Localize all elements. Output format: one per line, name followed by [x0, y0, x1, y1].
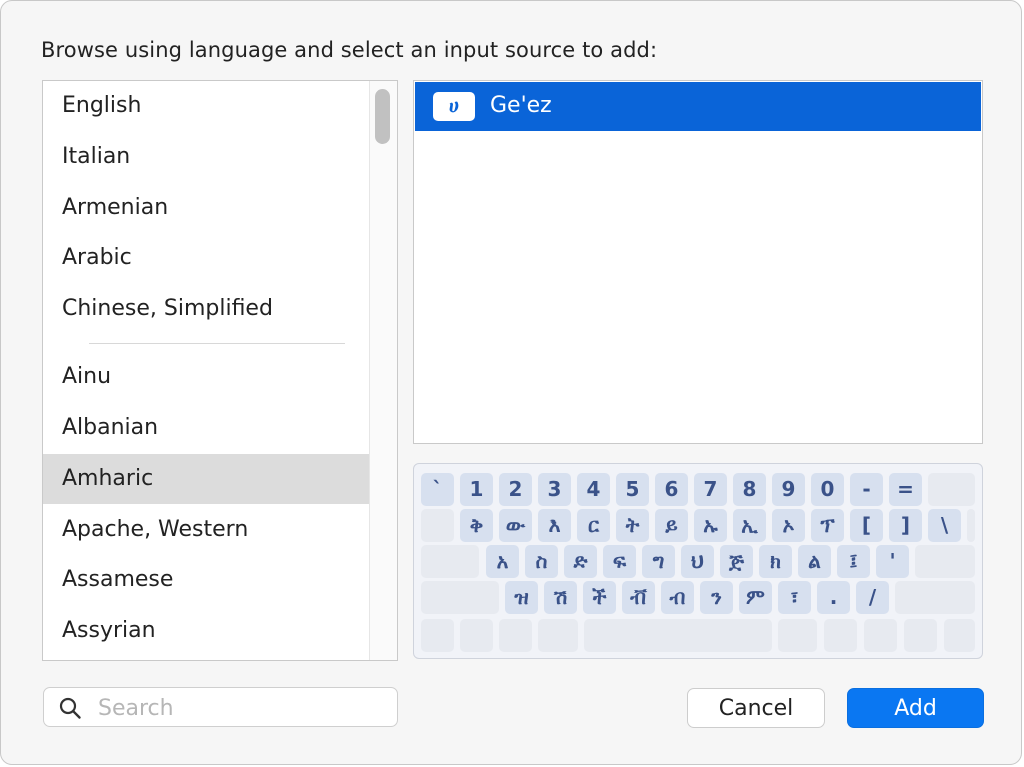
- search-icon: [59, 697, 81, 719]
- keyboard-key: `: [421, 473, 454, 506]
- search-input[interactable]: [96, 690, 390, 726]
- keyboard-key-modifier: [904, 619, 937, 652]
- keyboard-key: ር: [577, 509, 610, 542]
- keyboard-key: 3: [538, 473, 571, 506]
- keyboard-key: ይ: [655, 509, 688, 542]
- language-item-chinese-simplified[interactable]: Chinese, Simplified: [43, 284, 369, 334]
- keyboard-key: ኡ: [694, 509, 727, 542]
- keyboard-key: ዝ: [505, 581, 538, 614]
- keyboard-key: አ: [486, 545, 519, 578]
- keyboard-key: 9: [772, 473, 805, 506]
- keyboard-key: ፕ: [811, 509, 844, 542]
- keyboard-key: ል: [798, 545, 831, 578]
- language-list[interactable]: English Italian Armenian Arabic Chinese,…: [42, 80, 398, 661]
- keyboard-key: 7: [694, 473, 727, 506]
- keyboard-key: ጅ: [720, 545, 753, 578]
- keyboard-key: ኦ: [772, 509, 805, 542]
- keyboard-key-modifier: [499, 619, 532, 652]
- keyboard-key: ስ: [525, 545, 558, 578]
- keyboard-key-modifier: [944, 619, 975, 652]
- keyboard-key: ው: [499, 509, 532, 542]
- cancel-button[interactable]: Cancel: [687, 688, 825, 728]
- language-item-albanian[interactable]: Albanian: [43, 403, 369, 453]
- keyboard-key: ም: [739, 581, 772, 614]
- keyboard-key: =: [889, 473, 922, 506]
- dialog-prompt: Browse using language and select an inpu…: [41, 38, 658, 62]
- language-item-assamese[interactable]: Assamese: [43, 555, 369, 605]
- keyboard-key: 2: [499, 473, 532, 506]
- input-source-label: Ge'ez: [490, 93, 552, 118]
- keyboard-key-modifier: [915, 545, 975, 578]
- keyboard-key: ቅ: [460, 509, 493, 542]
- keyboard-key: ን: [700, 581, 733, 614]
- keyboard-key-shift-left: [421, 581, 499, 614]
- add-button[interactable]: Add: [847, 688, 984, 728]
- keyboard-key: እ: [538, 509, 571, 542]
- keyboard-key: ች: [583, 581, 616, 614]
- keyboard-key: \: [928, 509, 961, 542]
- language-item-assyrian[interactable]: Assyrian: [43, 606, 369, 656]
- keyboard-key-modifier: [460, 619, 493, 652]
- keyboard-key-modifier: [864, 619, 897, 652]
- language-item-italian[interactable]: Italian: [43, 132, 369, 182]
- language-list-scroll-thumb[interactable]: [375, 89, 390, 144]
- keyboard-key-modifier: [967, 509, 975, 542]
- keyboard-key-caps-lock: [421, 545, 479, 578]
- keyboard-key: 0: [811, 473, 844, 506]
- keyboard-key-modifier: [895, 581, 975, 614]
- geez-keyboard-icon: ሀ: [433, 92, 475, 121]
- keyboard-key: ግ: [642, 545, 675, 578]
- keyboard-key: ህ: [681, 545, 714, 578]
- keyboard-layout-preview: ` 1 2 3 4 5 6 7 8 9 0- = ቅ ው እ ር ት ይ ኡ ኢ ኦ ፕ[] \ አ ስ ድ ፍ ግ ህ ጅ ክ ል ፤ ' ዝ ሽ ች…: [413, 463, 983, 659]
- keyboard-key-modifier: [584, 619, 772, 652]
- keyboard-key: ድ: [564, 545, 597, 578]
- keyboard-key-modifier: [421, 619, 454, 652]
- keyboard-key: 6: [655, 473, 688, 506]
- keyboard-key: ብ: [661, 581, 694, 614]
- language-item-ainu[interactable]: Ainu: [43, 352, 369, 402]
- keyboard-key: /: [856, 581, 889, 614]
- keyboard-key: -: [850, 473, 883, 506]
- keyboard-key-modifier: [778, 619, 817, 652]
- keyboard-key: ፣: [778, 581, 811, 614]
- language-list-separator: [89, 343, 345, 344]
- keyboard-key: ፤: [837, 545, 870, 578]
- keyboard-key: ክ: [759, 545, 792, 578]
- language-item-apache-western[interactable]: Apache, Western: [43, 505, 369, 555]
- keyboard-key-tab: [421, 509, 454, 542]
- keyboard-key: 5: [616, 473, 649, 506]
- keyboard-key: 8: [733, 473, 766, 506]
- keyboard-key: ሽ: [544, 581, 577, 614]
- keyboard-key: ቭ: [622, 581, 655, 614]
- keyboard-key: ፍ: [603, 545, 636, 578]
- input-source-list[interactable]: ሀ Ge'ez: [413, 80, 983, 444]
- keyboard-key: ]: [889, 509, 922, 542]
- keyboard-key: ': [876, 545, 909, 578]
- input-source-item-geez[interactable]: ሀ Ge'ez: [415, 82, 981, 131]
- keyboard-key: 1: [460, 473, 493, 506]
- add-input-source-dialog: Browse using language and select an inpu…: [0, 0, 1022, 765]
- keyboard-key: .: [817, 581, 850, 614]
- language-item-amharic[interactable]: Amharic: [43, 454, 369, 504]
- language-item-armenian[interactable]: Armenian: [43, 183, 369, 233]
- keyboard-key-modifier: [538, 619, 578, 652]
- language-item-arabic[interactable]: Arabic: [43, 233, 369, 283]
- search-field[interactable]: [43, 687, 398, 727]
- keyboard-key: 4: [577, 473, 610, 506]
- keyboard-key: ት: [616, 509, 649, 542]
- keyboard-key-modifier: [928, 473, 975, 506]
- keyboard-key-modifier: [824, 619, 857, 652]
- keyboard-key: ኢ: [733, 509, 766, 542]
- language-item-english[interactable]: English: [43, 81, 369, 131]
- keyboard-key: [: [850, 509, 883, 542]
- language-list-scrollbar[interactable]: [369, 81, 397, 660]
